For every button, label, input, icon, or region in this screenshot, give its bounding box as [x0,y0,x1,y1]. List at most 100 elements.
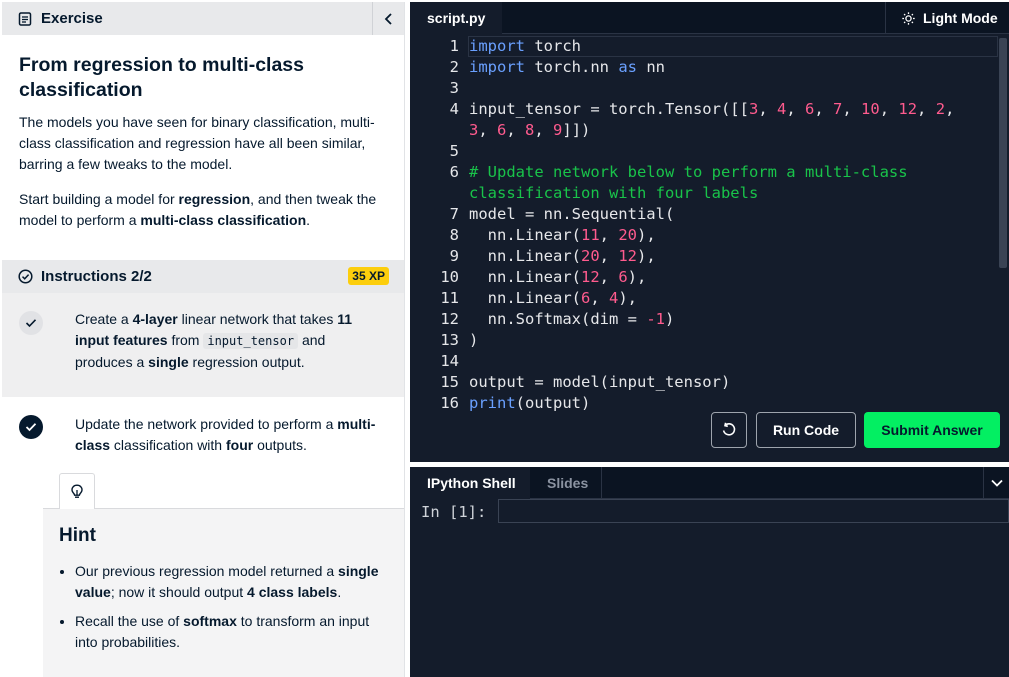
code-token: 6 [497,121,507,139]
line-code: ) [469,330,478,351]
code-token: 20 [580,247,600,265]
chevron-down-icon [990,479,1003,487]
code-token: , [786,100,805,118]
code-token: 8 [525,121,535,139]
code-editor-panel: script.py Light Mode 1 import torch 2 impor… [410,2,1009,462]
console-menu-button[interactable] [983,467,1009,499]
text: Recall the use of [75,613,184,629]
code-token: 6 [580,289,591,307]
text: outputs. [253,437,307,453]
code-token: torch.nn [525,58,619,76]
code-token: import [469,37,525,55]
code-token: (output) [515,394,591,412]
code-token: nn.Linear( [469,268,581,286]
line-number: 10 [440,268,459,286]
code-token: 9 [553,121,563,139]
instruction-step-1[interactable]: Create a 4-layer linear network that tak… [2,293,404,397]
code-token: 20 [618,226,637,244]
code-token: nn.Linear( [469,226,581,244]
inline-code: input_tensor [203,333,299,349]
code-token: ), [637,247,656,265]
line-code: nn.Linear(12, 6), [469,267,647,288]
bold-text: 4-layer [132,311,178,327]
line-number: 5 [449,142,459,160]
text: regression output. [188,354,305,370]
code-token: , [945,100,955,118]
console-panel: IPython Shell Slides In [1]: [410,467,1009,677]
exercise-paragraph-2: Start building a model for regression, a… [19,189,387,231]
step-2-text: Update the network provided to perform a… [75,414,385,456]
hint-tab[interactable] [59,473,95,509]
line-number: 16 [440,394,459,412]
line-code: nn.Linear(11, 20), [469,225,656,246]
exercise-panel: Exercise From regression to multi-class … [2,2,405,677]
line-number: 9 [449,247,459,265]
line-number: 15 [440,373,459,391]
editor-scrollbar[interactable] [999,38,1007,268]
lightbulb-icon [71,483,83,498]
hint-title: Hint [59,525,96,546]
text: linear network that takes [177,311,338,327]
run-code-button[interactable]: Run Code [756,412,856,448]
code-token: , [590,289,609,307]
line-number: 6 [449,163,459,181]
line-code: print(output) [469,393,590,414]
code-token: ), [618,289,638,307]
code-token: , [599,247,619,265]
reset-code-button[interactable] [711,412,747,448]
code-input-area[interactable]: 1 import torch 2 import torch.nn as nn 3 4 inp… [410,34,998,414]
instructions-title: Instructions 2/2 [41,268,152,285]
code-token: 6 [805,100,815,118]
instruction-step-2: Update the network provided to perform a… [2,397,404,677]
bold-text: 4 class labels [247,584,338,600]
exercise-title: From regression to multi-class classific… [19,54,304,101]
code-token: , [879,100,899,118]
code-token: , [506,121,526,139]
code-token: ) [664,310,675,328]
check-icon [25,319,37,328]
code-token: 12 [580,268,600,286]
line-code: # Update network below to perform a mult… [469,162,908,183]
hint-item: Recall the use of softmax to transform a… [75,611,389,653]
sun-icon [902,11,915,25]
code-token: 6 [618,268,628,286]
code-token: , [814,100,834,118]
line-number: 4 [449,100,459,118]
light-mode-label: Light Mode [923,10,998,26]
line-number: 3 [449,79,459,97]
tab-slides[interactable]: Slides [530,467,602,499]
tab-ipython-shell[interactable]: IPython Shell [410,467,530,499]
code-token: ), [627,268,647,286]
bold-text: single [148,354,189,370]
code-token: model = nn.Sequential( [469,205,675,223]
code-token: classification with four labels [469,184,759,202]
exercise-paragraph-1: The models you have seen for binary clas… [19,114,375,172]
step-complete-indicator [19,311,43,335]
code-token: nn [637,58,665,76]
text: classification with [110,437,226,453]
text: Start building a model for [19,191,179,207]
instructions-header[interactable]: Instructions 2/2 35 XP [2,260,404,293]
code-token: -1 [646,310,665,328]
hint-panel: Hint Our previous regression model retur… [43,508,404,677]
tab-script-py[interactable]: script.py [410,2,502,34]
code-token: 11 [580,226,600,244]
shell-input[interactable] [498,499,1009,523]
code-token: 12 [898,100,918,118]
submit-answer-button[interactable]: Submit Answer [864,412,1000,448]
line-code: output = model(input_tensor) [469,372,730,393]
line-code: import torch.nn as nn [469,57,665,78]
text: ; now it should output [110,584,248,600]
code-token: 2 [935,100,946,118]
line-code: input_tensor = torch.Tensor([[3, 4, 6, 7… [469,99,954,120]
editor-tabbar: script.py Light Mode [410,2,1009,34]
light-mode-toggle[interactable]: Light Mode [885,2,1009,34]
text: . [337,584,342,600]
code-token: , [599,268,619,286]
collapse-panel-button[interactable] [372,2,404,35]
code-token: # Update network below to perform a mult… [469,163,908,181]
code-token: nn.Softmax(dim = [469,310,647,328]
code-token: ]]) [562,121,591,139]
exercise-description: From regression to multi-class classific… [2,35,404,231]
code-token: nn.Linear( [469,247,581,265]
